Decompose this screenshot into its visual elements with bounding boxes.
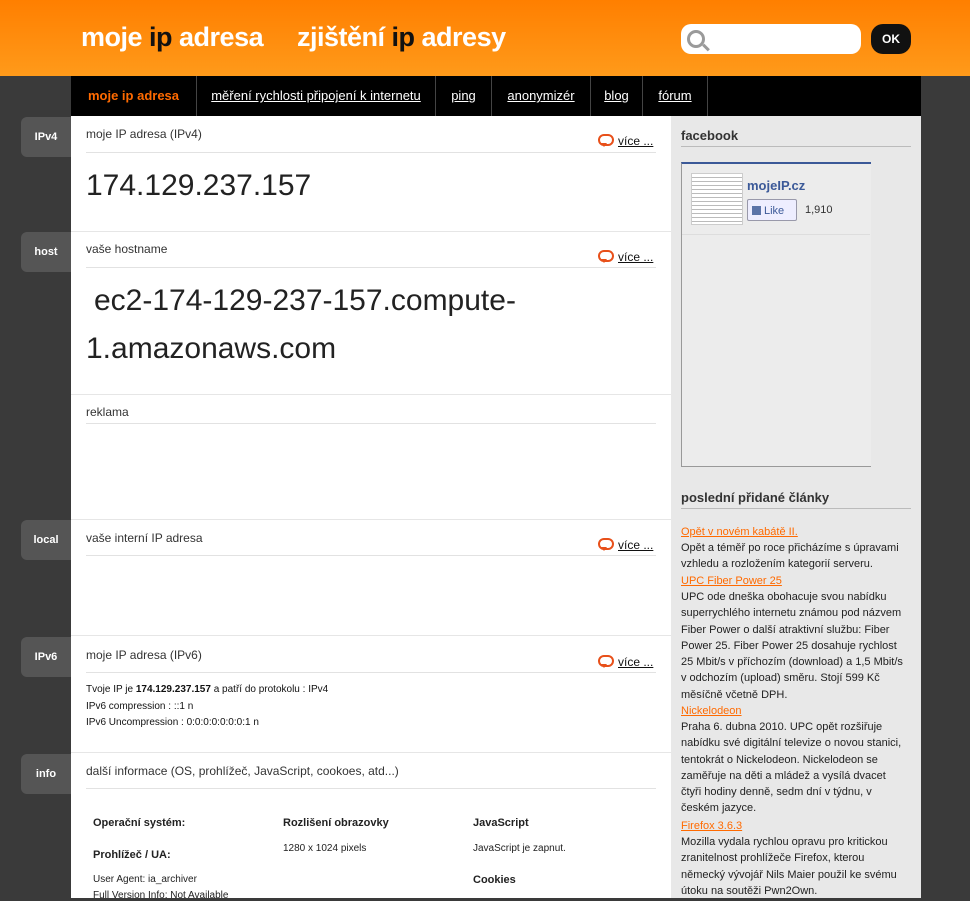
site-logo[interactable]: moje ip adresa [81,22,264,53]
main-content [71,116,671,898]
fb-like-count: 1,910 [805,204,833,216]
nav-item-forum[interactable]: fórum [643,76,708,116]
fb-page-thumbnail[interactable] [691,173,743,225]
hostname-line-2: 1.amazonaws.com [86,332,337,365]
divider [681,508,911,509]
articles-title: poslední přidané články [681,490,830,505]
comment-bubble-icon [598,538,614,551]
host-more-link[interactable]: více ... [598,250,653,264]
divider [86,152,656,153]
tab-ipv4: IPv4 [21,117,71,157]
article-excerpt: Praha 6. dubna 2010. UPC opět rozšiřuje … [681,721,902,815]
user-agent: User Agent: ia_archiver [93,874,197,885]
resolution-label: Rozlišení obrazovky [283,817,389,829]
section-separator [71,519,671,520]
ipv4-section-title: moje IP adresa (IPv4) [86,127,202,141]
ipv6-more-link[interactable]: více ... [598,655,653,669]
ipv6-compression: IPv6 compression : ::1 n [86,701,194,712]
nav-item-anonymizer[interactable]: anonymizér [492,76,591,116]
divider [86,788,656,789]
comment-bubble-icon [598,134,614,147]
ipv4-address: 174.129.237.157 [86,169,312,202]
host-section-title: vaše hostname [86,242,168,256]
tab-local: local [21,520,71,560]
article-link[interactable]: UPC Fiber Power 25 [681,575,782,587]
tab-host: host [21,232,71,272]
facebook-widget: mojeIP.cz Like 1,910 [681,162,871,467]
comment-bubble-icon [598,655,614,668]
search-input[interactable] [711,29,855,51]
nav-item-ping[interactable]: ping [436,76,492,116]
tab-info: info [21,754,71,794]
main-nav: moje ip adresa měření rychlosti připojen… [71,76,921,116]
divider [86,555,656,556]
article-link[interactable]: Nickelodeon [681,705,742,717]
info-section-title: další informace (OS, prohlížeč, JavaScri… [86,764,399,778]
divider [86,672,656,673]
article-excerpt: UPC ode dneška obohacuje svou nabídku su… [681,591,903,701]
browser-label: Prohlížeč / UA: [93,849,171,861]
divider [86,423,656,424]
section-separator [71,394,671,395]
section-separator [71,752,671,753]
ad-section-title: reklama [86,405,129,419]
local-section-title: vaše interní IP adresa [86,531,203,545]
local-more-link[interactable]: více ... [598,538,653,552]
search-box [681,24,861,54]
os-label: Operační systém: [93,817,186,829]
resolution-value: 1280 x 1024 pixels [283,843,367,854]
article-link[interactable]: Opět v novém kabátě II. [681,526,798,538]
javascript-value: JavaScript je zapnut. [473,843,566,854]
ipv4-more-link[interactable]: více ... [598,134,653,148]
fb-page-name[interactable]: mojeIP.cz [747,178,805,193]
javascript-label: JavaScript [473,817,529,829]
section-separator [71,231,671,232]
ipv6-protocol-line: Tvoje IP je 174.129.237.157 a patří do p… [86,684,329,695]
ipv6-section-title: moje IP adresa (IPv6) [86,648,202,662]
article-excerpt: Mozilla vydala rychlou opravu pro kritic… [681,836,897,897]
facebook-title: facebook [681,128,739,143]
ipv6-uncompression: IPv6 Uncompression : 0:0:0:0:0:0:0:1 n [86,717,259,728]
divider [682,234,870,235]
site-slogan: zjištění ip adresy [297,22,506,52]
comment-bubble-icon [598,250,614,263]
cookies-label: Cookies [473,874,516,886]
fb-like-button[interactable]: Like [747,199,797,221]
search-icon [687,30,705,48]
section-separator [71,635,671,636]
divider [681,146,911,147]
full-version: Full Version Info: Not Available [93,890,229,901]
divider [86,267,656,268]
article-link[interactable]: Firefox 3.6.3 [681,820,742,832]
hostname-line-1: ec2-174-129-237-157.compute- [94,284,516,317]
search-ok-button[interactable]: OK [871,24,911,54]
article-excerpt: Opět a téměř po roce přicházíme s úprava… [681,542,899,571]
site-header: moje ip adresa zjištění ip adresy OK [0,0,970,76]
nav-item-moje-ip-adresa[interactable]: moje ip adresa [71,76,197,116]
thumbs-up-icon [752,206,761,215]
nav-item-blog[interactable]: blog [591,76,643,116]
tab-ipv6: IPv6 [21,637,71,677]
nav-item-mereni-rychlosti[interactable]: měření rychlosti připojení k internetu [197,76,436,116]
